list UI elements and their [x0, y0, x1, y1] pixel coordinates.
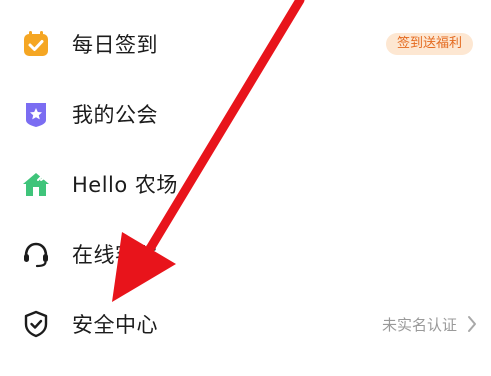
- menu-item-label: 安全中心: [72, 313, 158, 337]
- checkin-reward-badge: 签到送福利: [385, 33, 473, 55]
- menu-item-my-guild[interactable]: 我的公会: [0, 84, 491, 144]
- menu-item-hello-farm[interactable]: Hello 农场: [0, 154, 491, 214]
- menu-item-security-center[interactable]: 安全中心 未实名认证: [0, 294, 491, 354]
- settings-menu: 每日签到 签到送福利 我的公会 Hello 农场 在线客服 安全中心 未实名认证: [0, 0, 491, 376]
- menu-item-label: Hello 农场: [72, 173, 178, 197]
- menu-item-daily-checkin[interactable]: 每日签到 签到送福利: [0, 14, 491, 74]
- menu-item-label: 每日签到: [72, 33, 158, 57]
- headset-icon: [21, 239, 51, 269]
- shield-check-icon: [21, 309, 51, 339]
- farm-house-icon: [21, 169, 51, 199]
- menu-item-online-support[interactable]: 在线客服: [0, 224, 491, 284]
- menu-item-label: 我的公会: [72, 103, 158, 127]
- verification-status: 未实名认证: [381, 315, 457, 334]
- menu-item-label: 在线客服: [72, 243, 158, 267]
- calendar-check-icon: [21, 29, 51, 59]
- star-badge-icon: [21, 99, 51, 129]
- chevron-right-icon: [465, 314, 479, 334]
